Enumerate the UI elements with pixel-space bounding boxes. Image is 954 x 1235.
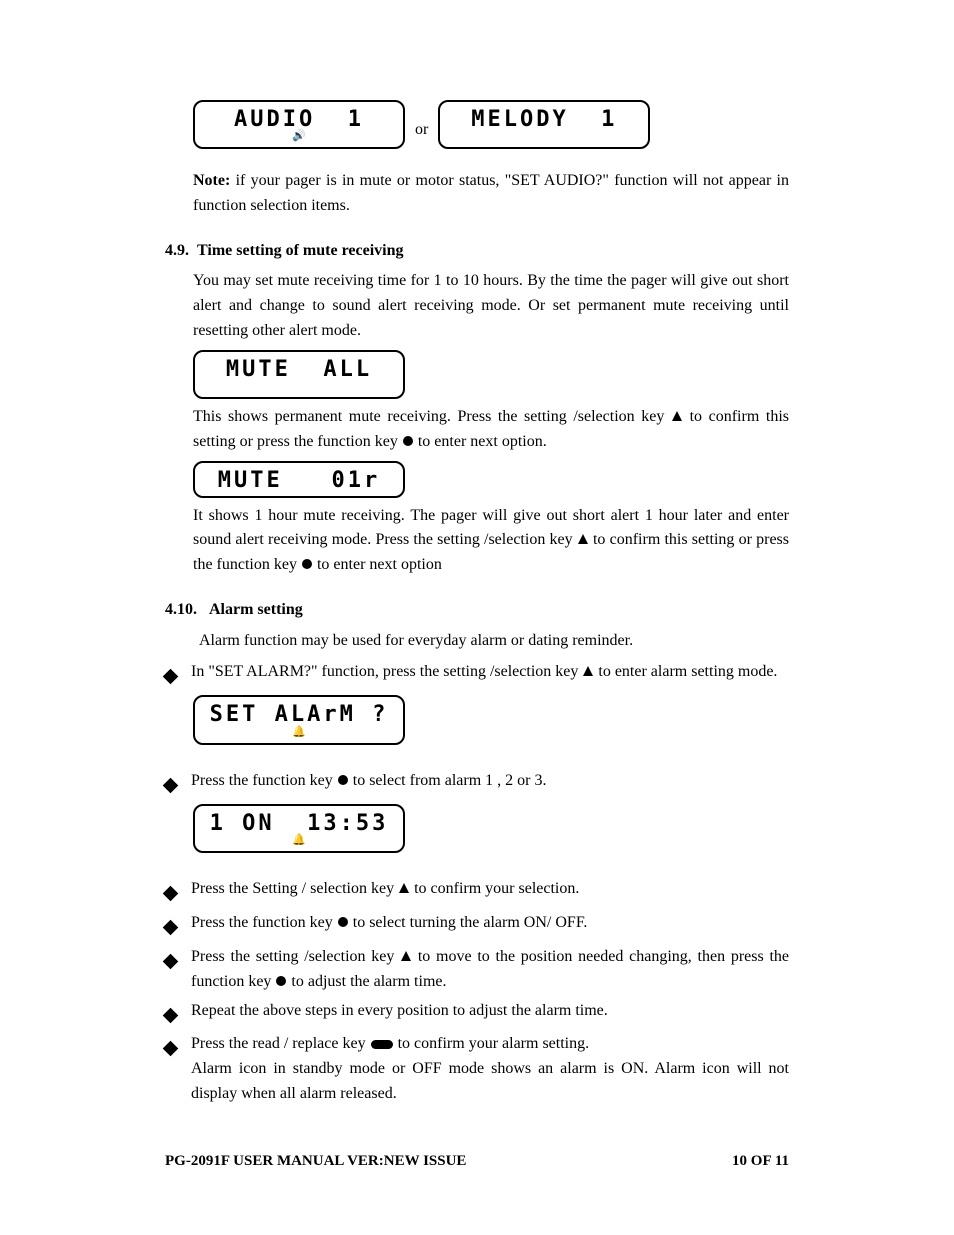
bell-icon: 🔔 <box>209 835 389 847</box>
triangle-up-icon <box>400 950 412 962</box>
circle-icon <box>337 916 349 928</box>
bullet-item: Repeat the above steps in every position… <box>165 999 789 1029</box>
section-4-10-header: 4.10. Alarm setting <box>165 598 789 623</box>
section-4-9-p3: It shows 1 hour mute receiving. The page… <box>193 504 789 578</box>
bell-icon: 🔔 <box>209 727 389 739</box>
triangle-up-icon <box>398 882 410 894</box>
lcd-set-alarm: SET ALArM ? 🔔 <box>193 695 405 744</box>
triangle-up-icon <box>577 533 589 545</box>
sound-icon: 🔊 <box>209 131 389 143</box>
note-text: if your pager is in mute or motor status… <box>193 172 789 214</box>
lcd-row-audio-melody: AUDIO 1 🔊 or MELODY 1 <box>193 100 789 149</box>
bullet-item: Press the function key to select turning… <box>165 911 789 941</box>
lcd-text: MELODY 1 <box>454 108 634 131</box>
diamond-icon <box>163 920 179 936</box>
section-4-10-intro: Alarm function may be used for everyday … <box>199 629 789 654</box>
section-number: 4.9. <box>165 242 189 259</box>
note-paragraph: Note: if your pager is in mute or motor … <box>193 169 789 219</box>
section-title: Alarm setting <box>209 601 303 618</box>
lcd-melody: MELODY 1 <box>438 100 650 149</box>
diamond-icon <box>163 886 179 902</box>
or-label: or <box>413 118 430 149</box>
lcd-alarm-time: 1 ON 13:53 🔔 <box>193 804 405 853</box>
page-footer: PG-2091F USER MANUAL VER:NEW ISSUE 10 OF… <box>165 1150 789 1173</box>
lcd-text: SET ALArM ? <box>209 703 389 726</box>
diamond-icon <box>163 668 179 684</box>
section-4-9-p2: This shows permanent mute receiving. Pre… <box>193 405 789 455</box>
circle-icon <box>275 975 287 987</box>
lcd-mute-all: MUTE ALL <box>193 350 405 399</box>
lcd-text: MUTE 01r <box>209 469 389 492</box>
bullet-item: In "SET ALARM?" function, press the sett… <box>165 660 789 690</box>
circle-icon <box>337 774 349 786</box>
bullet-item: Press the Setting / selection key to con… <box>165 877 789 907</box>
section-number: 4.10. <box>165 601 197 618</box>
circle-icon <box>402 435 414 447</box>
lcd-text: 1 ON 13:53 <box>209 812 389 835</box>
section-4-9-header: 4.9. Time setting of mute receiving <box>165 239 789 264</box>
diamond-icon <box>163 1041 179 1057</box>
circle-icon <box>301 558 313 570</box>
page: AUDIO 1 🔊 or MELODY 1 Note: if your page… <box>0 0 954 1235</box>
footer-left: PG-2091F USER MANUAL VER:NEW ISSUE <box>165 1150 466 1173</box>
lcd-mute-01r: MUTE 01r <box>193 461 405 498</box>
section-4-9-intro: You may set mute receiving time for 1 to… <box>193 269 789 343</box>
bullet-item: Press the setting /selection key to move… <box>165 945 789 995</box>
bullet-item: Press the read / replace key to confirm … <box>165 1032 789 1106</box>
bullet-item: Press the function key to select from al… <box>165 769 789 799</box>
diamond-icon <box>163 1007 179 1023</box>
diamond-icon <box>163 954 179 970</box>
lcd-text: AUDIO 1 <box>209 108 389 131</box>
lcd-audio: AUDIO 1 🔊 <box>193 100 405 149</box>
diamond-icon <box>163 777 179 793</box>
triangle-up-icon <box>582 665 594 677</box>
triangle-up-icon <box>671 410 683 422</box>
footer-right: 10 OF 11 <box>732 1150 789 1173</box>
pill-icon <box>370 1038 394 1050</box>
lcd-text: MUTE ALL <box>209 358 389 381</box>
section-title: Time setting of mute receiving <box>197 242 403 259</box>
note-label: Note: <box>193 172 230 189</box>
